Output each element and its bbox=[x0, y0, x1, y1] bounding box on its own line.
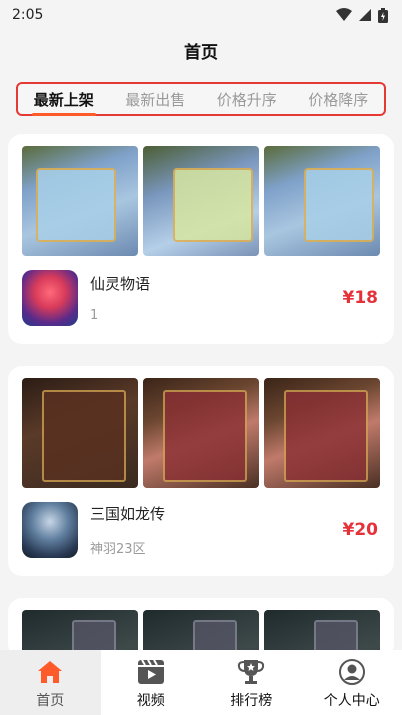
game-icon bbox=[22, 270, 78, 326]
price: ¥18 bbox=[342, 288, 379, 308]
page-header: 首页 bbox=[0, 30, 402, 70]
tabbar-profile[interactable]: 个人中心 bbox=[302, 650, 402, 715]
battery-icon bbox=[378, 7, 388, 23]
page-title: 首页 bbox=[184, 42, 218, 63]
tabbar-label: 排行榜 bbox=[230, 693, 273, 709]
tabbar-ranking[interactable]: 排行榜 bbox=[201, 650, 302, 715]
game-server: 1 bbox=[90, 308, 99, 323]
listing-card[interactable] bbox=[8, 598, 394, 658]
game-name: 仙灵物语 bbox=[90, 275, 151, 293]
listing-info: 仙灵物语 1 ¥18 bbox=[8, 256, 394, 326]
sort-tabs: 最新上架 最新出售 价格升序 价格降序 bbox=[16, 82, 386, 116]
home-icon bbox=[36, 658, 64, 686]
status-bar: 2:05 bbox=[0, 0, 402, 30]
signal-icon bbox=[359, 9, 371, 21]
tab-price-asc[interactable]: 价格升序 bbox=[215, 89, 279, 110]
bottom-tabbar: 首页 视频 排行榜 个人中心 bbox=[0, 650, 402, 715]
tab-newest-listed[interactable]: 最新上架 bbox=[31, 89, 96, 116]
tabbar-label: 个人中心 bbox=[323, 693, 380, 709]
game-screenshot bbox=[143, 378, 259, 488]
tab-newest-sold[interactable]: 最新出售 bbox=[123, 89, 187, 110]
status-time: 2:05 bbox=[12, 7, 44, 23]
screenshot-row bbox=[8, 366, 394, 488]
listing-card[interactable]: 仙灵物语 1 ¥18 bbox=[8, 134, 394, 344]
listing-card[interactable]: 三国如龙传 神羽23区 ¥20 bbox=[8, 366, 394, 576]
user-icon bbox=[338, 658, 366, 686]
wifi-icon bbox=[336, 8, 352, 21]
game-screenshot bbox=[264, 378, 380, 488]
tabbar-label: 首页 bbox=[36, 693, 65, 709]
game-screenshot bbox=[22, 378, 138, 488]
tabbar-video[interactable]: 视频 bbox=[101, 650, 202, 715]
video-icon bbox=[137, 658, 165, 686]
game-screenshot bbox=[22, 146, 138, 256]
screenshot-row bbox=[8, 598, 394, 658]
game-name: 三国如龙传 bbox=[90, 505, 166, 523]
screenshot-row bbox=[8, 134, 394, 256]
tab-price-desc[interactable]: 价格降序 bbox=[306, 89, 370, 110]
tabbar-home[interactable]: 首页 bbox=[0, 650, 101, 715]
game-screenshot bbox=[143, 146, 259, 256]
status-icons bbox=[336, 7, 388, 23]
listing-info: 三国如龙传 神羽23区 ¥20 bbox=[8, 488, 394, 558]
game-screenshot bbox=[264, 146, 380, 256]
tabbar-label: 视频 bbox=[136, 693, 165, 709]
game-icon bbox=[22, 502, 78, 558]
game-server: 神羽23区 bbox=[90, 542, 146, 557]
price: ¥20 bbox=[342, 520, 379, 540]
trophy-icon bbox=[237, 658, 265, 686]
